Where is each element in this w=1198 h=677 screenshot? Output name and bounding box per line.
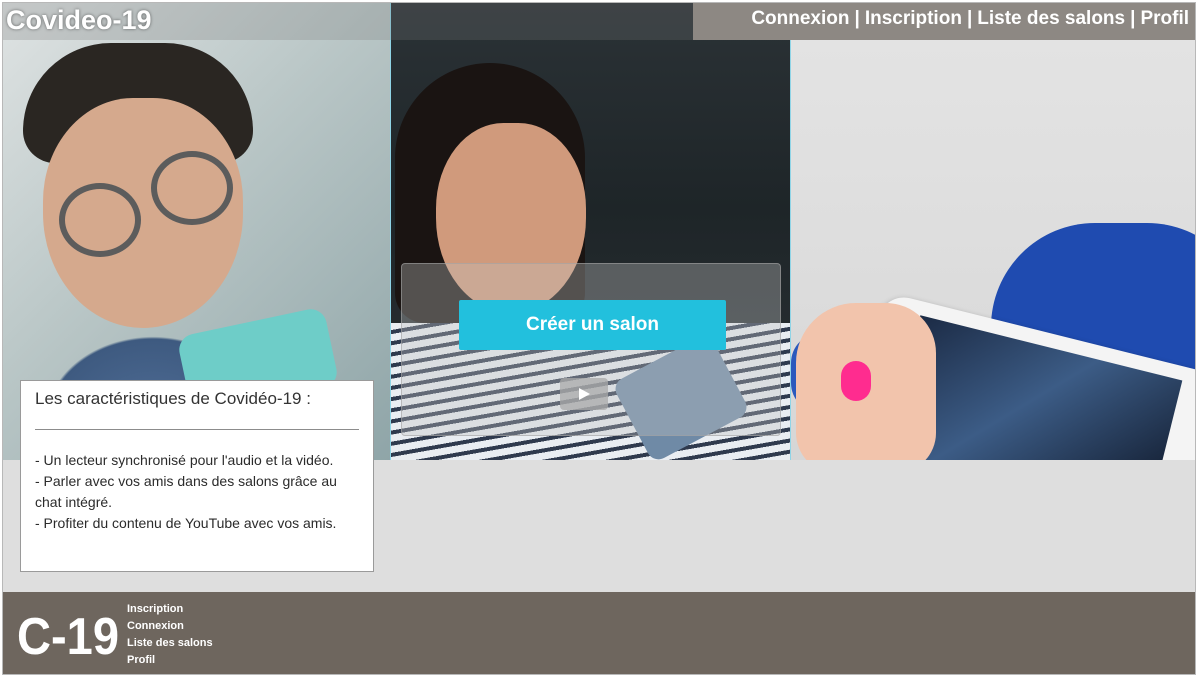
top-bar: Covideo-19 Connexion | Inscription | Liste d… — [3, 3, 1195, 40]
nav-link-connexion[interactable]: Connexion — [751, 8, 849, 29]
site-logo[interactable]: Covideo-19 — [6, 5, 152, 36]
footer-link-inscription[interactable]: Inscription — [127, 603, 183, 615]
footer-links: Inscription Connexion Liste des salons P… — [127, 601, 213, 669]
hero-photo-hand-with-phone — [791, 3, 1195, 460]
footer-logo-text: C-19 — [17, 608, 119, 662]
footer-link-profil[interactable]: Profil — [127, 654, 155, 666]
nav-link-profil[interactable]: Profil — [1140, 8, 1189, 29]
feature-item: - Parler avec vos amis dans des salons g… — [35, 473, 337, 510]
nav-link-inscription[interactable]: Inscription — [865, 8, 962, 29]
nav-separator: | — [1130, 8, 1136, 29]
features-card: Les caractéristiques de Covidéo-19 : - U… — [20, 380, 374, 572]
feature-item: - Profiter du contenu de YouTube avec vo… — [35, 515, 337, 531]
feature-item: - Un lecteur synchronisé pour l'audio et… — [35, 452, 334, 468]
footer-link-connexion[interactable]: Connexion — [127, 620, 184, 632]
page-frame: Covideo-19 Connexion | Inscription | Liste d… — [2, 2, 1196, 675]
features-heading: Les caractéristiques de Covidéo-19 : — [35, 389, 311, 408]
features-list: - Un lecteur synchronisé pour l'audio et… — [35, 450, 359, 534]
footer: C-19 Inscription Connexion Liste des sal… — [3, 592, 1195, 674]
features-divider — [35, 429, 359, 430]
create-room-button[interactable]: Créer un salon — [459, 300, 726, 350]
nav-separator: | — [966, 8, 973, 29]
play-icon[interactable] — [560, 378, 608, 410]
nav-separator: | — [854, 8, 860, 29]
top-nav: Connexion | Inscription | Liste des salons | P… — [751, 8, 1189, 30]
nav-link-liste-des-salons[interactable]: Liste des salons — [977, 8, 1125, 29]
hero-overlay-card: Créer un salon — [401, 263, 781, 436]
footer-logo[interactable]: C-19 — [15, 604, 121, 662]
footer-link-liste-des-salons[interactable]: Liste des salons — [127, 637, 213, 649]
